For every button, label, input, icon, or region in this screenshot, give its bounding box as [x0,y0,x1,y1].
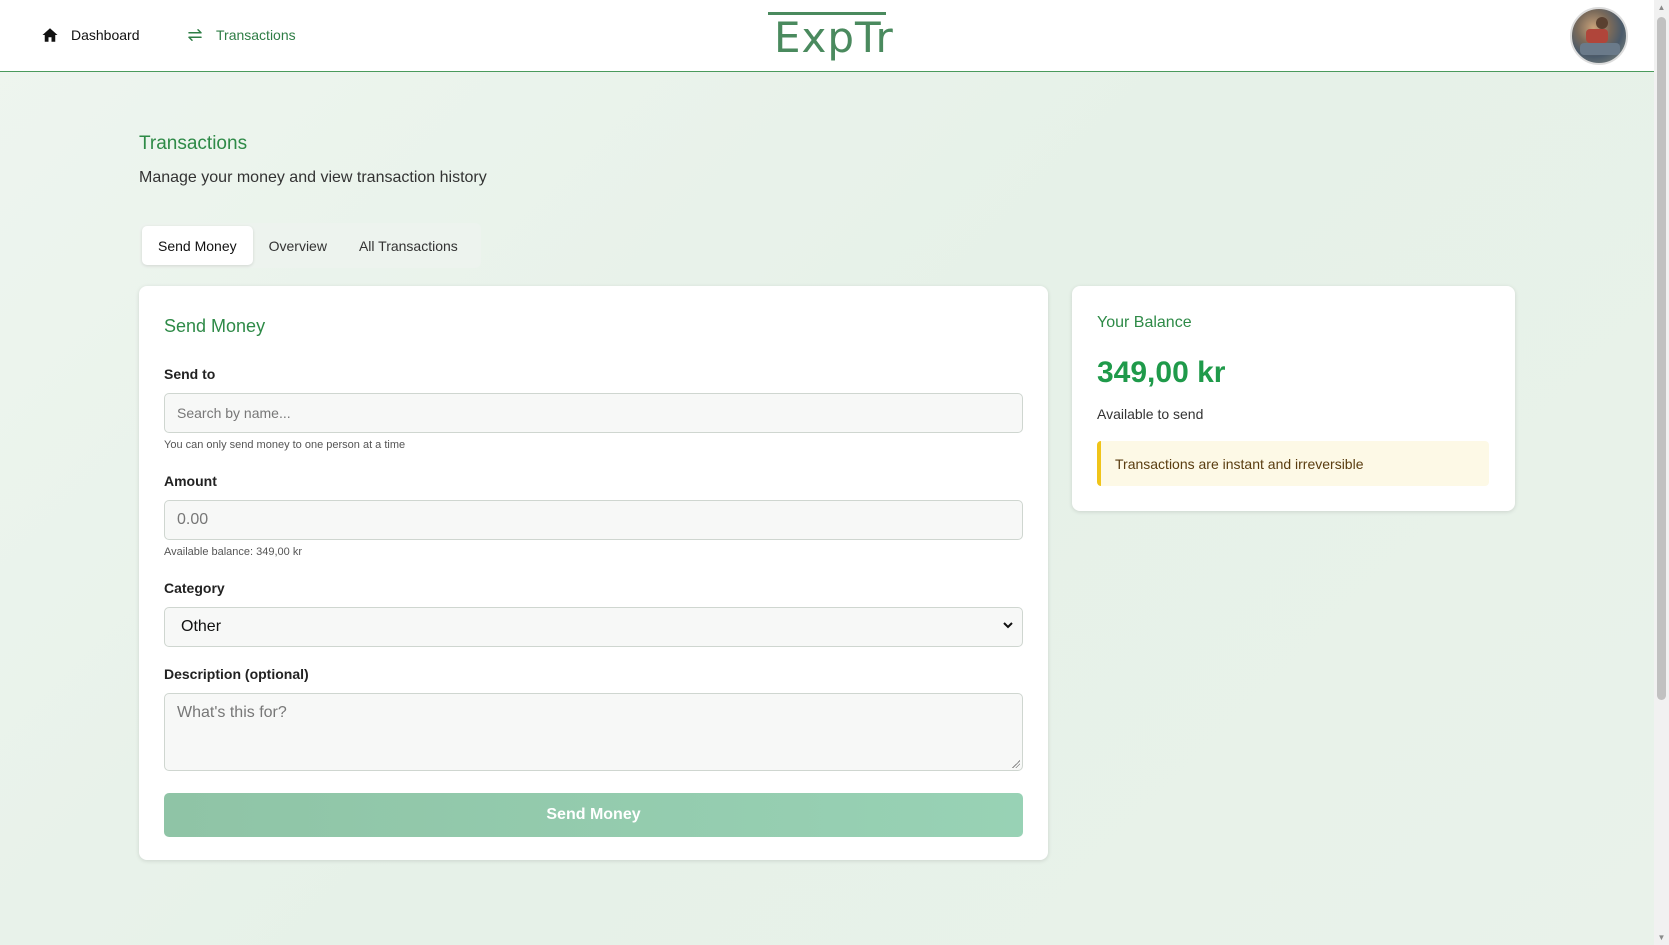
amount-hint: Available balance: 349,00 kr [164,546,303,558]
send-to-hint: You can only send money to one person at… [164,439,406,451]
description-textarea[interactable] [164,693,1023,771]
send-to-label: Send to [164,366,216,382]
tab-bar: Send Money Overview All Transactions [139,223,481,268]
scroll-down-arrow-icon[interactable]: ▼ [1657,933,1666,942]
category-label: Category [164,580,225,596]
page-subtitle: Manage your money and view transaction h… [139,169,487,186]
balance-title: Your Balance [1097,314,1192,331]
top-navigation-bar: Dashboard Transactions ExpTr [0,0,1654,72]
description-wrapper [164,693,1023,771]
amount-label: Amount [164,473,217,489]
vertical-scrollbar[interactable]: ▲ ▼ [1654,0,1669,945]
nav-transactions-label: Transactions [216,27,296,43]
balance-subtitle: Available to send [1097,406,1204,422]
resize-handle-icon[interactable] [1012,760,1020,768]
scroll-thumb[interactable] [1657,17,1666,700]
category-select[interactable]: Other [164,607,1023,647]
page-title: Transactions [139,133,248,154]
description-label: Description (optional) [164,666,309,682]
balance-card: Your Balance 349,00 kr Available to send… [1072,286,1515,511]
send-money-button[interactable]: Send Money [164,793,1023,837]
tab-send-money[interactable]: Send Money [142,226,253,265]
app-logo[interactable]: ExpTr [768,10,893,62]
irreversible-notice: Transactions are instant and irreversibl… [1097,441,1489,486]
send-to-search-input[interactable] [164,393,1023,433]
home-icon [41,26,59,44]
nav-transactions-link[interactable]: Transactions [186,26,296,44]
chevron-down-icon [1002,619,1014,634]
nav-dashboard-label: Dashboard [71,27,140,43]
nav-dashboard-link[interactable]: Dashboard [41,26,140,44]
logo-text: ExpTr [774,13,894,62]
tab-all-transactions[interactable]: All Transactions [343,226,474,265]
send-money-card: Send Money Send to You can only send mon… [139,286,1048,860]
balance-amount: 349,00 kr [1097,356,1226,389]
send-money-title: Send Money [164,316,266,336]
swap-arrows-icon [186,26,204,44]
scroll-up-arrow-icon[interactable]: ▲ [1657,3,1666,12]
tab-overview[interactable]: Overview [253,226,343,265]
category-selected-value: Other [181,618,222,635]
amount-input[interactable] [164,500,1023,540]
user-avatar[interactable] [1570,7,1628,65]
